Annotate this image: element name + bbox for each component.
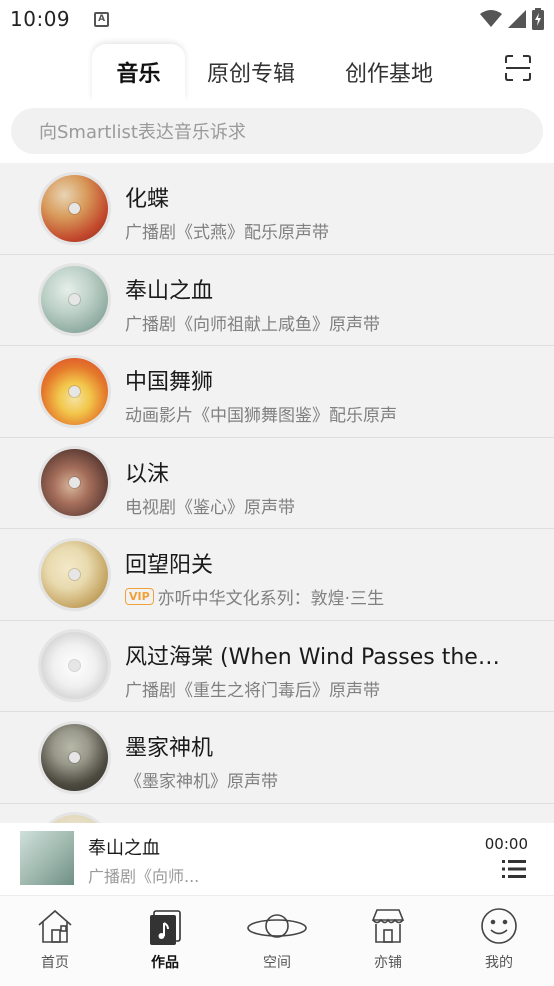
album-title: 中国舞狮 bbox=[125, 370, 214, 395]
album-row-partial[interactable] bbox=[0, 804, 554, 823]
player-time: 00:00 bbox=[484, 835, 528, 853]
album-row[interactable]: 风过海棠 (When Wind Passes the ... 广播剧《重生之将门… bbox=[0, 621, 554, 712]
wifi-icon bbox=[480, 10, 502, 27]
playlist-icon[interactable] bbox=[502, 859, 526, 879]
album-subtitle: 广播剧《式燕》配乐原声带 bbox=[125, 223, 329, 243]
album-title: 风过海棠 (When Wind Passes the ... bbox=[125, 644, 503, 670]
album-subtitle-text: 亦听中华文化系列：敦煌·三生 bbox=[157, 589, 385, 609]
house-icon bbox=[38, 909, 72, 943]
shop-icon bbox=[371, 909, 405, 943]
album-cover bbox=[41, 815, 108, 823]
nav-label: 亦铺 bbox=[374, 955, 402, 971]
search-input[interactable]: 向Smartlist表达音乐诉求 bbox=[11, 108, 543, 154]
battery-charging-icon bbox=[532, 8, 544, 30]
album-title: 回望阳关 bbox=[125, 553, 214, 578]
album-title: 化蝶 bbox=[125, 187, 170, 212]
album-title: 以沫 bbox=[125, 461, 170, 487]
album-row[interactable]: 化蝶 广播剧《式燕》配乐原声带 bbox=[0, 163, 554, 255]
signal-icon bbox=[508, 10, 526, 28]
nav-shop[interactable]: 亦铺 bbox=[333, 896, 443, 986]
nav-space[interactable]: 空间 bbox=[222, 896, 332, 986]
bottom-nav: 首页 作品 空间 亦铺 我的 bbox=[0, 895, 554, 986]
status-indicators bbox=[480, 8, 544, 30]
nav-label: 作品 bbox=[151, 955, 179, 971]
album-cover bbox=[41, 449, 108, 517]
notification-icon: A bbox=[94, 11, 110, 27]
album-cover bbox=[41, 723, 108, 791]
album-list: 化蝶 广播剧《式燕》配乐原声带 奉山之血 广播剧《向师祖献上咸鱼》原声带 中国舞… bbox=[0, 163, 554, 823]
nav-label: 我的 bbox=[485, 955, 513, 971]
album-row[interactable]: 奉山之血 广播剧《向师祖献上咸鱼》原声带 bbox=[0, 255, 554, 346]
nav-label: 空间 bbox=[263, 955, 291, 971]
planet-icon bbox=[247, 914, 307, 938]
scan-icon[interactable] bbox=[504, 54, 532, 82]
album-cover bbox=[41, 357, 108, 425]
nav-home[interactable]: 首页 bbox=[0, 896, 110, 986]
tab-creation-base[interactable]: 创作基地 bbox=[333, 44, 445, 100]
album-cover bbox=[41, 632, 108, 700]
album-row[interactable]: 以沫 电视剧《鉴心》原声带 bbox=[0, 438, 554, 529]
album-row[interactable]: 墨家神机 《墨家神机》原声带 bbox=[0, 712, 554, 804]
status-time: 10:09 bbox=[10, 7, 71, 31]
album-subtitle: 《墨家神机》原声带 bbox=[125, 772, 278, 792]
album-title: 墨家神机 bbox=[125, 736, 214, 761]
album-cover bbox=[41, 174, 108, 242]
tab-original-albums[interactable]: 原创专辑 bbox=[195, 44, 307, 100]
album-cover bbox=[41, 540, 108, 608]
mini-player[interactable]: 奉山之血 广播剧《向师... 00:00 bbox=[0, 823, 554, 895]
player-subtitle: 广播剧《向师... bbox=[88, 867, 200, 886]
album-subtitle: 动画影片《中国狮舞图鉴》配乐原声 bbox=[125, 406, 397, 426]
album-subtitle: 广播剧《重生之将门毒后》原声带 bbox=[125, 680, 380, 701]
album-row[interactable]: 中国舞狮 动画影片《中国狮舞图鉴》配乐原声 bbox=[0, 346, 554, 438]
nav-me[interactable]: 我的 bbox=[444, 896, 554, 986]
album-cover bbox=[41, 266, 108, 334]
smiley-icon bbox=[481, 908, 517, 944]
album-subtitle: VIP 亦听中华文化系列：敦煌·三生 bbox=[125, 584, 384, 609]
tab-music[interactable]: 音乐 bbox=[92, 44, 185, 100]
vip-badge: VIP bbox=[125, 588, 154, 605]
nav-works[interactable]: 作品 bbox=[110, 896, 220, 986]
album-subtitle: 电视剧《鉴心》原声带 bbox=[125, 497, 295, 518]
top-tabs: 音乐 原创专辑 创作基地 bbox=[0, 38, 554, 100]
music-note-icon bbox=[150, 910, 181, 945]
album-row[interactable]: 回望阳关 VIP 亦听中华文化系列：敦煌·三生 bbox=[0, 529, 554, 621]
album-title: 奉山之血 bbox=[125, 278, 214, 304]
search-bar-container: 向Smartlist表达音乐诉求 bbox=[0, 100, 554, 163]
status-bar: 10:09 A bbox=[0, 0, 554, 38]
album-subtitle: 广播剧《向师祖献上咸鱼》原声带 bbox=[125, 314, 380, 335]
player-title: 奉山之血 bbox=[88, 838, 160, 859]
player-album-art bbox=[20, 831, 74, 885]
nav-label: 首页 bbox=[41, 955, 69, 971]
